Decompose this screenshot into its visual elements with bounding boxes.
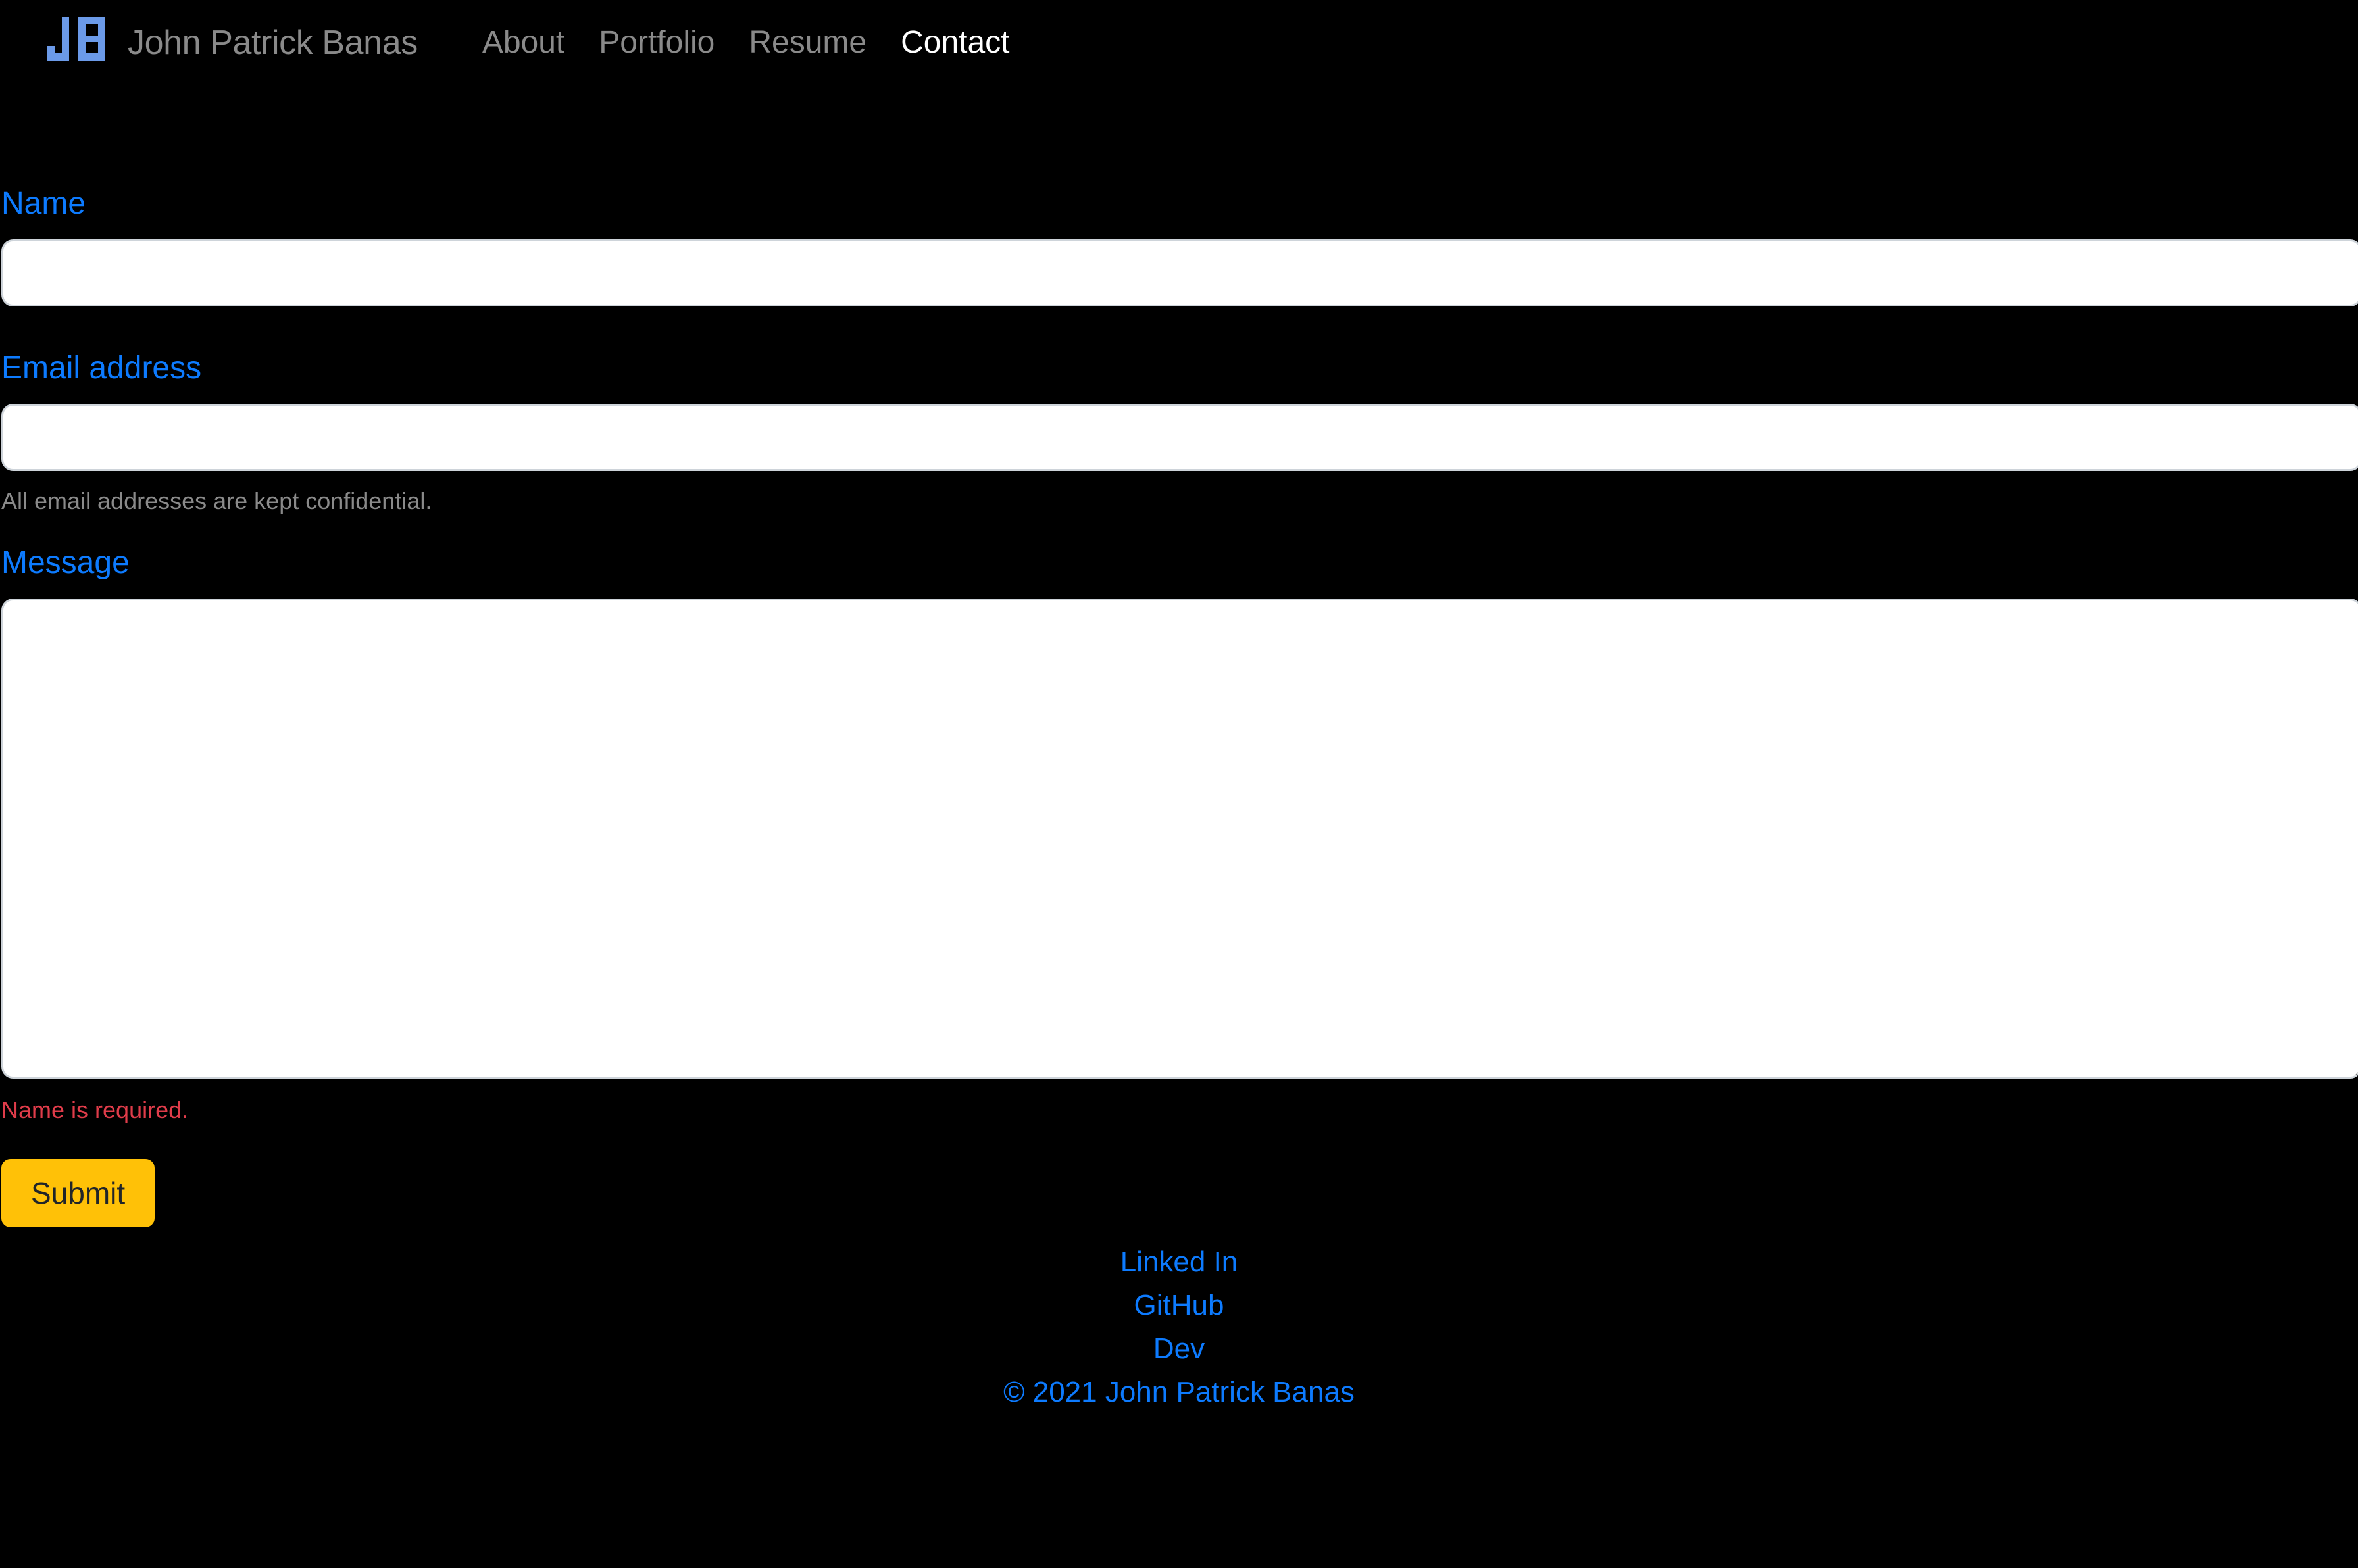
name-label: Name bbox=[1, 186, 86, 221]
site-footer: Linked In GitHub Dev © 2021 John Patrick… bbox=[0, 1240, 2358, 1440]
brand-group[interactable]: John Patrick Banas bbox=[42, 17, 418, 68]
nav-link-contact[interactable]: Contact bbox=[884, 27, 1026, 59]
message-label: Message bbox=[1, 545, 130, 580]
main-navbar: John Patrick Banas About Portfolio Resum… bbox=[0, 0, 2358, 86]
email-label: Email address bbox=[1, 351, 202, 385]
email-help-text: All email addresses are kept confidentia… bbox=[1, 487, 432, 514]
footer-link-linkedin[interactable]: Linked In bbox=[0, 1240, 2358, 1284]
message-textarea[interactable] bbox=[1, 599, 2358, 1079]
footer-link-github[interactable]: GitHub bbox=[0, 1284, 2358, 1327]
nav-link-portfolio[interactable]: Portfolio bbox=[582, 27, 732, 59]
spacer-after-email-help bbox=[0, 513, 2358, 547]
message-field-group: Message bbox=[0, 547, 2358, 1079]
brand-name: John Patrick Banas bbox=[128, 24, 418, 62]
spacer-after-name bbox=[0, 306, 2358, 353]
submit-button[interactable]: Submit bbox=[1, 1159, 155, 1227]
email-field-group: Email address All email addresses are ke… bbox=[0, 353, 2358, 513]
form-error-message: Name is required. bbox=[1, 1096, 189, 1123]
nav-link-about[interactable]: About bbox=[465, 27, 582, 59]
email-input[interactable] bbox=[1, 404, 2358, 471]
nav-links: About Portfolio Resume Contact bbox=[465, 27, 1027, 59]
name-input[interactable] bbox=[1, 239, 2358, 306]
name-field-group: Name bbox=[0, 188, 2358, 306]
contact-form: Name Email address All email addresses a… bbox=[0, 188, 2358, 1227]
jb-logo-icon bbox=[47, 17, 105, 61]
footer-copyright: © 2021 John Patrick Banas bbox=[1003, 1376, 1355, 1408]
nav-link-resume[interactable]: Resume bbox=[732, 27, 884, 59]
footer-link-dev[interactable]: Dev bbox=[0, 1327, 2358, 1371]
